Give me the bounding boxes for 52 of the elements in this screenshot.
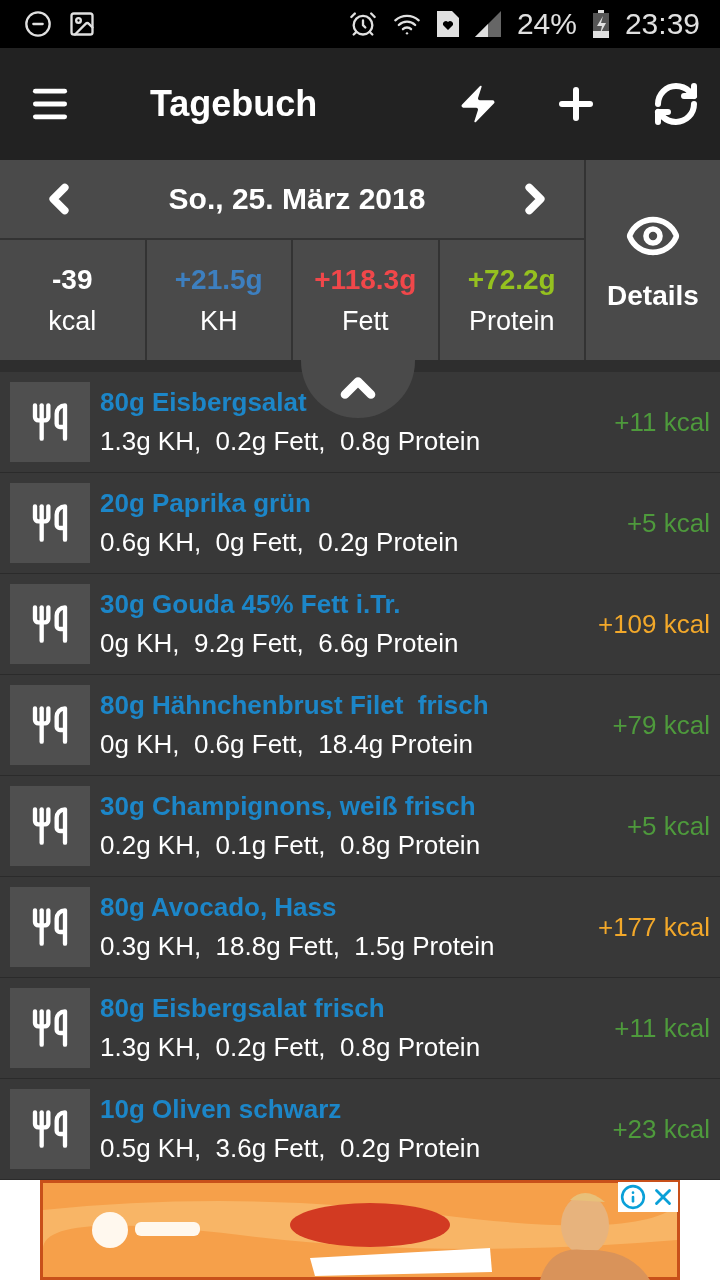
calories-label: +11 kcal bbox=[614, 1012, 710, 1044]
summary-value: +72.2g bbox=[467, 263, 556, 296]
fork-knife-icon bbox=[30, 604, 70, 644]
summary-value: -39 bbox=[52, 263, 93, 296]
sim-card-icon bbox=[436, 11, 459, 37]
food-name: 20g Paprika grün bbox=[100, 488, 311, 519]
sync-button[interactable] bbox=[652, 80, 700, 128]
calories-label: +23 kcal bbox=[612, 1113, 710, 1145]
fork-knife-icon bbox=[30, 806, 70, 846]
alarm-icon bbox=[348, 10, 377, 38]
fork-knife-icon bbox=[30, 705, 70, 745]
food-name: 30g Gouda 45% Fett i.Tr. bbox=[100, 589, 401, 620]
fork-knife-icon bbox=[30, 503, 70, 543]
minus-circle-icon bbox=[24, 10, 52, 38]
summary-label: Fett bbox=[342, 305, 389, 337]
food-name: 80g Eisbergsalat bbox=[100, 387, 307, 418]
image-icon bbox=[68, 10, 96, 38]
calories-label: +11 kcal bbox=[614, 406, 710, 438]
food-name: 80g Avocado, Hass bbox=[100, 892, 337, 923]
clock: 23:39 bbox=[624, 7, 700, 41]
summary-value: +21.5g bbox=[174, 263, 263, 296]
nutrient-summary: 0g KH, 9.2g Fett, 6.6g Protein bbox=[100, 628, 459, 659]
nutrient-summary: 0.3g KH, 18.8g Fett, 1.5g Protein bbox=[100, 931, 495, 962]
calories-label: +5 kcal bbox=[626, 507, 710, 539]
nutrient-summary: 1.3g KH, 0.2g Fett, 0.8g Protein bbox=[100, 426, 481, 457]
nutrient-summary: 0.6g KH, 0g Fett, 0.2g Protein bbox=[100, 527, 459, 558]
summary-label: Protein bbox=[468, 305, 555, 337]
battery-icon bbox=[592, 10, 609, 38]
fork-knife-icon bbox=[30, 907, 70, 947]
food-name: 80g Hähnchenbrust Filet frisch bbox=[100, 690, 489, 721]
info-icon[interactable] bbox=[620, 1184, 646, 1210]
nutrient-summary: 1.3g KH, 0.2g Fett, 0.8g Protein bbox=[100, 1032, 481, 1063]
screen-title: Tagebuch bbox=[150, 83, 319, 125]
calories-label: +79 kcal bbox=[612, 709, 710, 741]
calories-label: +177 kcal bbox=[597, 911, 710, 943]
summary-value: +118.3g bbox=[314, 263, 417, 296]
signal-icon bbox=[474, 11, 501, 37]
fork-knife-icon bbox=[30, 1008, 70, 1048]
calories-label: +5 kcal bbox=[626, 810, 710, 842]
calories-label: +109 kcal bbox=[597, 608, 710, 640]
food-name: 30g Champignons, weiß frisch bbox=[100, 791, 476, 822]
fork-knife-icon bbox=[30, 1109, 70, 1149]
food-name: 80g Eisbergsalat frisch bbox=[100, 993, 385, 1024]
fork-knife-icon bbox=[30, 402, 70, 442]
nutrient-summary: 0g KH, 0.6g Fett, 18.4g Protein bbox=[100, 729, 473, 760]
date-label: So., 25. März 2018 bbox=[168, 182, 426, 216]
summary-label: KH bbox=[200, 305, 238, 337]
battery-percent: 24% bbox=[516, 7, 577, 41]
nutrient-summary: 0.2g KH, 0.1g Fett, 0.8g Protein bbox=[100, 830, 481, 861]
summary-label: kcal bbox=[48, 305, 97, 337]
food-name: 10g Oliven schwarz bbox=[100, 1094, 342, 1125]
nutrient-summary: 0.5g KH, 3.6g Fett, 0.2g Protein bbox=[100, 1133, 481, 1164]
